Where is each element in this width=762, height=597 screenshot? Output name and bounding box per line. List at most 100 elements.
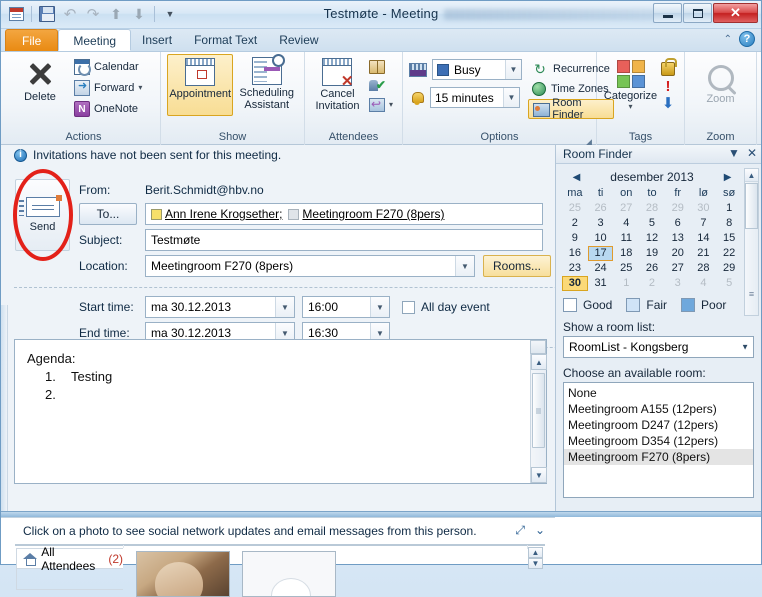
recipient-room[interactable]: Meetingroom F270 (8pers) [288,207,444,221]
close-button[interactable]: ✕ [713,3,758,23]
tab-insert[interactable]: Insert [131,29,183,51]
calendar-day[interactable]: 15 [716,231,742,246]
calendar-day[interactable]: 29 [716,261,742,276]
calendar-day[interactable]: 31 [588,276,614,291]
calendar-day[interactable]: 9 [562,231,588,246]
body-text[interactable]: Agenda: 1. Testing 2. [15,340,546,414]
calendar-day[interactable]: 1 [716,201,742,216]
close-icon[interactable]: ✕ [747,146,757,160]
calendar-day[interactable]: 18 [613,246,639,261]
calendar-day[interactable]: 22 [716,246,742,261]
minimize-button[interactable] [653,3,682,23]
calendar-day[interactable]: 4 [613,216,639,231]
chevron-down-icon[interactable]: ▾ [389,100,393,109]
chevron-down-icon[interactable]: ▼ [741,343,749,352]
scroll-thumb[interactable] [745,183,758,229]
calendar-day[interactable]: 28 [639,201,665,216]
calendar-day[interactable]: 5 [639,216,665,231]
all-attendees-item[interactable]: All Attendees (2) [16,545,123,573]
calendar-day[interactable]: 21 [691,246,717,261]
show-as-combo[interactable]: Busy ▼ [432,59,522,80]
calendar-day[interactable]: 2 [562,216,588,231]
reminder-combo[interactable]: 15 minutes ▼ [430,87,520,108]
chevron-down-icon[interactable]: ⌄ [535,523,545,538]
tab-format-text[interactable]: Format Text [183,29,268,51]
address-book-button[interactable] [366,57,396,76]
list-item[interactable]: Meetingroom D354 (12pers) [564,433,753,449]
previous-month-icon[interactable]: ◀ [573,172,581,183]
available-rooms-list[interactable]: None Meetingroom A155 (12pers) Meetingro… [563,382,754,498]
location-input[interactable]: Meetingroom F270 (8pers) ▼ [145,255,475,277]
cancel-invitation-button[interactable]: Cancel Invitation [311,55,364,112]
calendar-day[interactable]: 25 [613,261,639,276]
scheduling-assistant-button[interactable]: Scheduling Assistant [235,54,298,116]
options-dialog-launcher-icon[interactable]: ◢ [584,135,593,147]
response-options-button[interactable]: ▾ [366,95,396,114]
attendee-photo[interactable] [136,551,230,597]
calendar-day[interactable]: 4 [691,276,717,291]
scroll-up-button[interactable]: ▲ [528,547,543,558]
chevron-down-icon[interactable]: ▼ [503,88,519,107]
chevron-down-icon[interactable]: ▼ [728,146,740,160]
send-button[interactable]: Send [15,179,70,251]
calendar-day[interactable]: 23 [562,261,588,276]
rooms-button[interactable]: Rooms... [483,255,551,277]
list-item[interactable]: Meetingroom D247 (12pers) [564,417,753,433]
calendar-day-selected[interactable]: 17 [587,246,614,261]
calendar-day[interactable]: 13 [665,231,691,246]
all-day-event-checkbox[interactable]: All day event [402,300,490,314]
list-item[interactable]: None [564,385,753,401]
subject-input[interactable]: Testmøte [145,229,543,251]
expand-icon[interactable]: ⤢ [515,523,525,538]
low-importance-button[interactable]: ⬇ [658,95,678,112]
help-icon[interactable]: ? [739,31,755,47]
calendar-day[interactable]: 1 [613,276,639,291]
calendar-day[interactable]: 3 [588,216,614,231]
body-scrollbar[interactable]: ▲ ▼ [530,340,547,483]
calendar-day[interactable]: 14 [691,231,717,246]
calendar-button[interactable]: Calendar [71,56,145,77]
chevron-down-icon[interactable]: ▼ [505,60,521,79]
split-window-button[interactable] [530,340,546,354]
calendar-day[interactable]: 27 [613,201,639,216]
calendar-grid[interactable]: ma ti on to fr lø sø 25 26 27 28 29 30 1… [562,186,742,291]
meeting-body-editor[interactable]: Agenda: 1. Testing 2. ▲ ▼ [14,339,547,484]
calendar-day[interactable]: 7 [691,216,717,231]
start-date-input[interactable]: ma 30.12.2013 ▼ [145,296,295,318]
calendar-day[interactable]: 29 [665,201,691,216]
calendar-day[interactable]: 8 [716,216,742,231]
calendar-day[interactable]: 20 [665,246,691,261]
attendee-photo-placeholder[interactable] [242,551,336,597]
scroll-thumb[interactable] [532,373,545,448]
calendar-day[interactable]: 5 [716,276,742,291]
room-list-select[interactable]: RoomList - Kongsberg ▼ [563,336,754,358]
calendar-day[interactable]: 10 [588,231,614,246]
calendar-day[interactable]: 27 [665,261,691,276]
chevron-down-icon[interactable]: ▾ [138,83,142,92]
next-month-icon[interactable]: ▶ [724,172,732,183]
private-button[interactable] [658,57,678,78]
to-button[interactable]: To... [79,203,137,225]
scroll-down-button[interactable]: ▼ [528,558,543,569]
calendar-day[interactable]: 16 [562,246,588,261]
calendar-scrollbar[interactable]: ▲ ≡ [744,168,759,316]
tab-review[interactable]: Review [268,29,329,51]
list-item-selected[interactable]: Meetingroom F270 (8pers) [564,449,753,465]
calendar-day[interactable]: 19 [639,246,665,261]
calendar-day[interactable]: 26 [639,261,665,276]
appointment-button[interactable]: Appointment [167,54,234,116]
calendar-day[interactable]: 11 [613,231,639,246]
high-importance-button[interactable]: ! [658,78,678,95]
zoom-button[interactable]: Zoom [694,62,748,105]
chevron-down-icon[interactable]: ▼ [275,297,294,317]
list-item[interactable]: Meetingroom A155 (12pers) [564,401,753,417]
calendar-day-today[interactable]: 30 [562,276,588,291]
chevron-down-icon[interactable]: ▼ [370,297,389,317]
calendar-day[interactable]: 24 [588,261,614,276]
calendar-day[interactable]: 30 [691,201,717,216]
to-field[interactable]: Ann Irene Krogsether; Meetingroom F270 (… [145,203,543,225]
calendar-day[interactable]: 25 [562,201,588,216]
check-names-button[interactable] [366,76,396,95]
scroll-up-button[interactable]: ▲ [745,169,758,182]
delete-button[interactable]: Delete [13,56,67,103]
